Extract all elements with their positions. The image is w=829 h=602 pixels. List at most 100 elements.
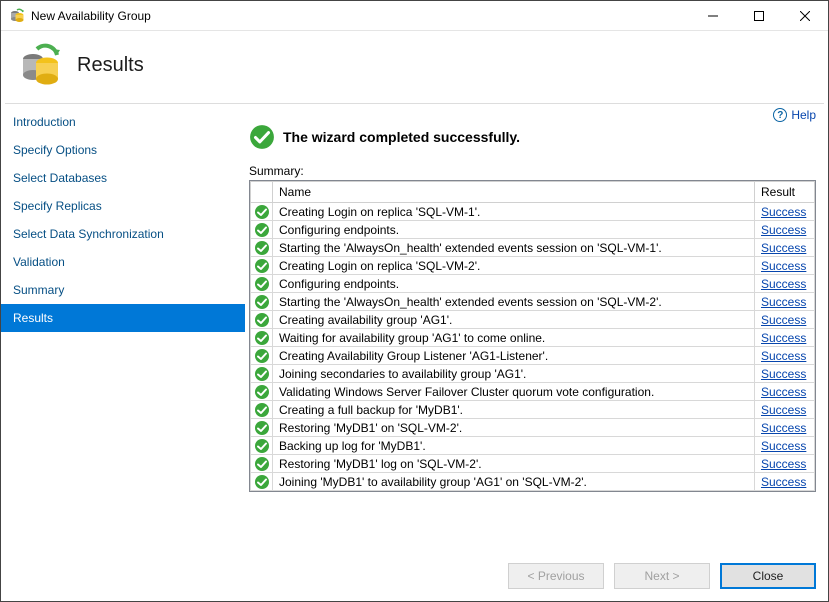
row-status-icon (251, 239, 273, 257)
result-link[interactable]: Success (761, 385, 806, 399)
help-icon: ? (773, 108, 787, 122)
sidebar-item-label: Select Data Synchronization (13, 227, 164, 241)
sidebar-item-label: Specify Replicas (13, 199, 102, 213)
row-name: Creating Login on replica 'SQL-VM-1'. (273, 203, 755, 221)
row-name: Creating a full backup for 'MyDB1'. (273, 401, 755, 419)
sidebar-item[interactable]: Specify Options (1, 136, 245, 164)
sidebar-item[interactable]: Summary (1, 276, 245, 304)
row-result: Success (755, 329, 815, 347)
row-name: Configuring endpoints. (273, 221, 755, 239)
row-name: Starting the 'AlwaysOn_health' extended … (273, 293, 755, 311)
table-row: Starting the 'AlwaysOn_health' extended … (251, 293, 815, 311)
result-link[interactable]: Success (761, 403, 806, 417)
row-status-icon (251, 293, 273, 311)
success-check-icon (254, 330, 270, 346)
result-link[interactable]: Success (761, 421, 806, 435)
row-status-icon (251, 311, 273, 329)
sidebar-item[interactable]: Select Data Synchronization (1, 220, 245, 248)
row-status-icon (251, 455, 273, 473)
status-message: The wizard completed successfully. (283, 129, 520, 145)
row-status-icon (251, 365, 273, 383)
results-header-icon[interactable] (251, 182, 273, 203)
success-check-icon (254, 294, 270, 310)
row-name: Creating Login on replica 'SQL-VM-2'. (273, 257, 755, 275)
row-name: Starting the 'AlwaysOn_health' extended … (273, 239, 755, 257)
row-result: Success (755, 365, 815, 383)
result-link[interactable]: Success (761, 241, 806, 255)
table-row: Configuring endpoints.Success (251, 275, 815, 293)
close-window-button[interactable] (782, 1, 828, 31)
table-row: Starting the 'AlwaysOn_health' extended … (251, 239, 815, 257)
row-result: Success (755, 383, 815, 401)
results-header-result[interactable]: Result (755, 182, 815, 203)
sidebar-item[interactable]: Validation (1, 248, 245, 276)
result-link[interactable]: Success (761, 367, 806, 381)
sidebar-item[interactable]: Select Databases (1, 164, 245, 192)
success-check-icon (254, 240, 270, 256)
table-row: Creating availability group 'AG1'.Succes… (251, 311, 815, 329)
sidebar-item[interactable]: Introduction (1, 108, 245, 136)
row-result: Success (755, 473, 815, 491)
wizard-sidebar: Introduction Specify Options Select Databa… (1, 104, 245, 553)
table-row: Configuring endpoints. Success (251, 221, 815, 239)
result-link[interactable]: Success (761, 331, 806, 345)
row-result: Success (755, 257, 815, 275)
status-line: The wizard completed successfully. (249, 124, 816, 150)
success-check-icon (254, 456, 270, 472)
result-link[interactable]: Success (761, 439, 806, 453)
table-row: Creating Login on replica 'SQL-VM-2'. Suc… (251, 257, 815, 275)
success-check-icon (254, 258, 270, 274)
previous-button: < Previous (508, 563, 604, 589)
results-header-name[interactable]: Name (273, 182, 755, 203)
row-name: Waiting for availability group 'AG1' to … (273, 329, 755, 347)
success-check-icon (254, 276, 270, 292)
row-status-icon (251, 437, 273, 455)
table-row: Creating Availability Group Listener 'AG… (251, 347, 815, 365)
help-link[interactable]: Help (791, 108, 816, 122)
result-link[interactable]: Success (761, 295, 806, 309)
table-row: Joining secondaries to availability grou… (251, 365, 815, 383)
result-link[interactable]: Success (761, 259, 806, 273)
row-status-icon (251, 257, 273, 275)
sidebar-item[interactable]: Results (1, 304, 245, 332)
row-result: Success (755, 347, 815, 365)
app-icon (9, 8, 25, 24)
maximize-button[interactable] (736, 1, 782, 31)
table-row: Joining 'MyDB1' to availability group 'A… (251, 473, 815, 491)
window-title: New Availability Group (31, 9, 690, 23)
row-result: Success (755, 221, 815, 239)
result-link[interactable]: Success (761, 277, 806, 291)
success-check-icon (254, 204, 270, 220)
row-result: Success (755, 275, 815, 293)
result-link[interactable]: Success (761, 313, 806, 327)
minimize-button[interactable] (690, 1, 736, 31)
success-icon (249, 124, 275, 150)
row-status-icon (251, 419, 273, 437)
row-name: Joining secondaries to availability grou… (273, 365, 755, 383)
result-link[interactable]: Success (761, 475, 806, 489)
summary-label: Summary: (249, 164, 816, 178)
sidebar-item[interactable]: Specify Replicas (1, 192, 245, 220)
header-band: Results (1, 31, 828, 103)
row-result: Success (755, 293, 815, 311)
row-result: Success (755, 239, 815, 257)
row-status-icon (251, 473, 273, 491)
result-link[interactable]: Success (761, 457, 806, 471)
table-row: Creating a full backup for 'MyDB1'. Succe… (251, 401, 815, 419)
sidebar-item-label: Specify Options (13, 143, 97, 157)
row-result: Success (755, 311, 815, 329)
content-pane: ? Help The wizard completed successfully… (245, 104, 828, 553)
row-name: Creating Availability Group Listener 'AG… (273, 347, 755, 365)
page-heading: Results (77, 54, 144, 77)
success-check-icon (254, 348, 270, 364)
table-row: Restoring 'MyDB1' on 'SQL-VM-2'.Success (251, 419, 815, 437)
table-row: Validating Windows Server Failover Clust… (251, 383, 815, 401)
table-row: Creating Login on replica 'SQL-VM-1'. Suc… (251, 203, 815, 221)
result-link[interactable]: Success (761, 223, 806, 237)
titlebar: New Availability Group (1, 1, 828, 31)
close-button[interactable]: Close (720, 563, 816, 589)
result-link[interactable]: Success (761, 349, 806, 363)
sidebar-item-label: Introduction (13, 115, 76, 129)
result-link[interactable]: Success (761, 205, 806, 219)
row-status-icon (251, 329, 273, 347)
